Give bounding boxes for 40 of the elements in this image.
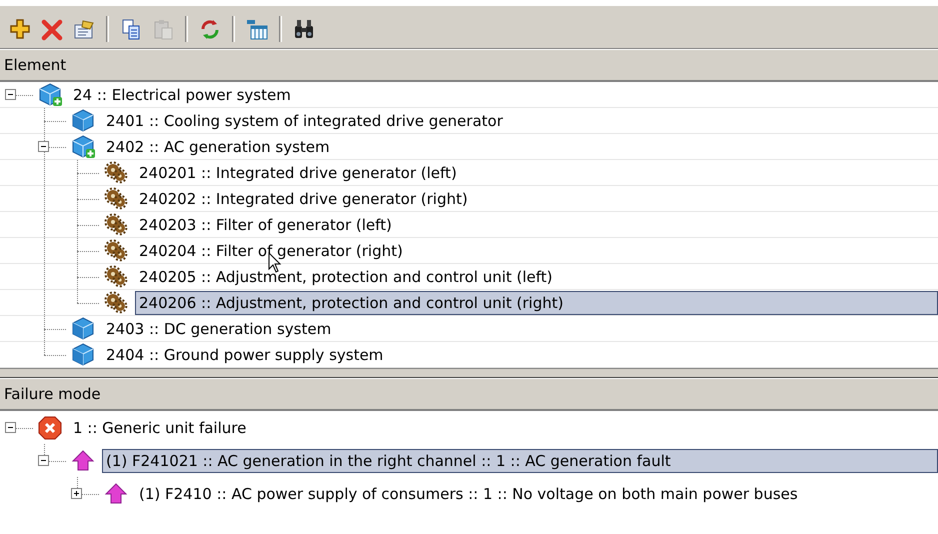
splitter[interactable] <box>0 368 938 378</box>
tree-item[interactable]: 2401 :: Cooling system of integrated drive generator <box>102 108 938 132</box>
cube-plus-icon <box>37 82 63 108</box>
cube-icon <box>70 316 96 342</box>
binoculars-icon <box>292 17 316 41</box>
delete-icon <box>40 17 64 41</box>
tree-item[interactable]: 1 :: Generic unit failure <box>69 416 938 440</box>
tree-item[interactable]: (1) F241021 :: AC generation in the right channel :: 1 :: AC generation fault <box>102 448 938 472</box>
table-icon <box>245 17 269 41</box>
collapse-toggle[interactable] <box>5 422 16 432</box>
tree-item[interactable]: 240205 :: Adjustment, protection and control unit (left) <box>135 264 938 288</box>
gear-icon <box>103 290 129 316</box>
tree-item[interactable]: 240206 :: Adjustment, protection and control unit (right) <box>135 290 938 314</box>
collapse-toggle[interactable] <box>38 454 49 466</box>
expand-toggle[interactable] <box>71 488 82 498</box>
plus-icon <box>8 17 32 41</box>
collapse-toggle[interactable] <box>38 140 49 152</box>
cube-plus-icon <box>70 134 96 160</box>
gear-icon <box>103 212 129 238</box>
gear-icon <box>103 238 129 264</box>
collapse-toggle[interactable] <box>5 88 16 100</box>
tree-item[interactable]: 240202 :: Integrated drive generator (right) <box>135 186 938 210</box>
gear-icon <box>103 264 129 290</box>
error-icon <box>37 414 63 440</box>
tree-item[interactable]: 2404 :: Ground power supply system <box>102 342 938 366</box>
gear-icon <box>103 160 129 186</box>
pane-header: Element <box>0 49 938 82</box>
tree-item[interactable]: (1) F2410 :: AC power supply of consumers :: 1 :: No voltage on both main power buses <box>135 482 938 506</box>
tree-item[interactable]: 2402 :: AC generation system <box>102 134 938 158</box>
cube-icon <box>70 342 96 368</box>
tree-item[interactable]: 240203 :: Filter of generator (left) <box>135 212 938 236</box>
gear-icon <box>103 186 129 212</box>
cube-icon <box>70 108 96 134</box>
tree-item[interactable]: 24 :: Electrical power system <box>69 82 938 106</box>
tree-item[interactable]: 240201 :: Integrated drive generator (left) <box>135 160 938 184</box>
tree-item[interactable]: 2403 :: DC generation system <box>102 316 938 340</box>
plus-icon <box>72 488 81 498</box>
up-arrow-icon <box>103 480 129 506</box>
up-arrow-icon <box>70 448 96 474</box>
pane-header: Failure mode <box>0 378 938 411</box>
